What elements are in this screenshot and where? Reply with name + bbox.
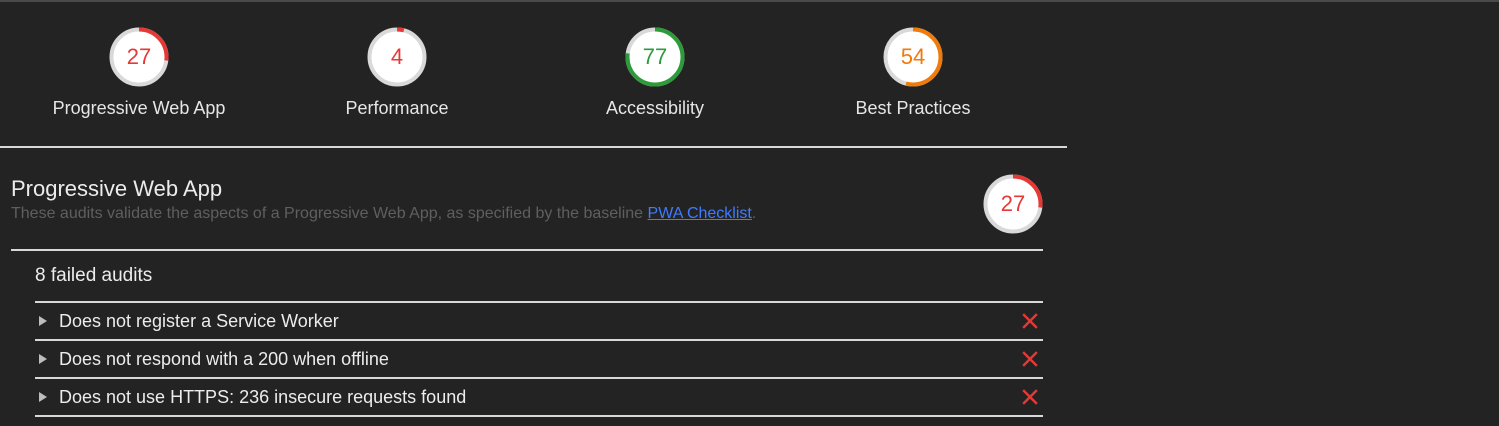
score-best-practices[interactable]: 54 Best Practices xyxy=(803,26,1023,119)
score-gauge-best-practices: 54 xyxy=(882,26,944,88)
fail-x-icon xyxy=(1022,351,1038,367)
expand-arrow-icon[interactable] xyxy=(39,354,47,364)
fail-x-icon xyxy=(1022,389,1038,405)
score-value: 4 xyxy=(390,44,404,69)
section-score-gauge: 27 xyxy=(982,173,1044,235)
score-label: Accessibility xyxy=(605,98,705,118)
score-gauge-accessibility: 77 xyxy=(624,26,686,88)
score-label: Best Practices xyxy=(855,98,971,118)
audit-row[interactable]: Does not register a Service Worker xyxy=(35,301,1043,339)
score-value: 27 xyxy=(126,44,152,69)
fail-x-icon xyxy=(1022,313,1038,329)
audit-title: Does not register a Service Worker xyxy=(59,311,339,331)
expand-arrow-icon[interactable] xyxy=(39,316,47,326)
failed-audits-group: 8 failed audits Does not register a Serv… xyxy=(35,251,1043,417)
score-accessibility[interactable]: 77 Accessibility xyxy=(545,26,765,119)
expand-arrow-icon[interactable] xyxy=(39,392,47,402)
audit-row[interactable]: Does not respond with a 200 when offline xyxy=(35,339,1043,377)
score-gauge-pwa: 27 xyxy=(108,26,170,88)
description-end: . xyxy=(751,205,757,222)
score-performance[interactable]: 4 Performance xyxy=(287,26,507,119)
section-title: Progressive Web App xyxy=(11,176,223,201)
lighthouse-report: 27 Progressive Web App 4 Performance 77 xyxy=(0,2,1067,417)
score-summary: 27 Progressive Web App 4 Performance 77 xyxy=(0,2,1067,148)
audit-title: Does not use HTTPS: 236 insecure request… xyxy=(59,387,467,407)
section-description: These audits validate the aspects of a P… xyxy=(11,205,756,223)
score-gauge-performance: 4 xyxy=(366,26,428,88)
pwa-checklist-link[interactable]: PWA Checklist xyxy=(648,205,752,222)
score-value: 27 xyxy=(1000,191,1026,216)
score-label: Progressive Web App xyxy=(52,98,226,118)
score-label: Performance xyxy=(345,98,449,118)
score-value: 54 xyxy=(900,44,926,69)
failed-audits-title: 8 failed audits xyxy=(35,265,153,286)
audit-title: Does not respond with a 200 when offline xyxy=(59,349,389,369)
audit-row[interactable]: Does not use HTTPS: 236 insecure request… xyxy=(35,377,1043,417)
score-pwa[interactable]: 27 Progressive Web App xyxy=(29,26,249,119)
description-text: These audits validate the aspects of a P… xyxy=(11,205,648,222)
score-value: 77 xyxy=(642,44,668,69)
